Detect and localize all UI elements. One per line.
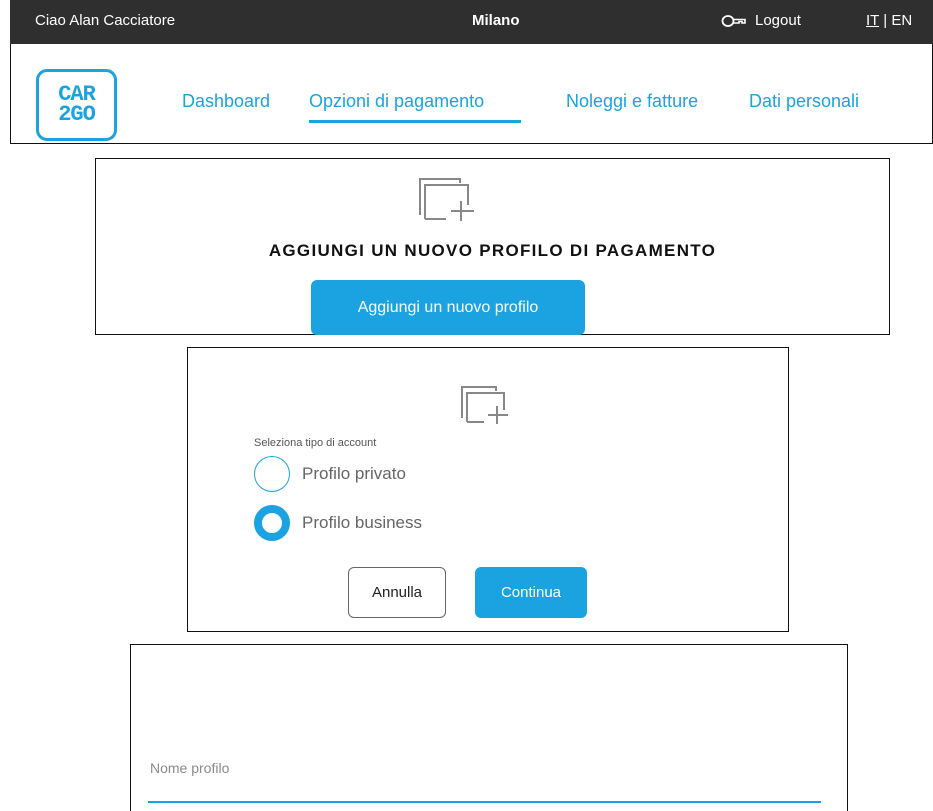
account-type-panel: Seleziona tipo di account Profilo privat… (187, 347, 789, 632)
top-bar: Ciao Alan Cacciatore Milano Logout IT | … (10, 0, 933, 44)
add-profile-panel: AGGIUNGI UN NUOVO PROFILO DI PAGAMENTO A… (95, 158, 890, 335)
radio-profilo-business[interactable]: Profilo business (254, 505, 422, 541)
nav-noleggi-fatture[interactable]: Noleggi e fatture (566, 91, 698, 112)
logout-label: Logout (755, 12, 801, 29)
key-icon (721, 15, 746, 27)
add-cards-icon (419, 178, 474, 221)
nav-dati-personali[interactable]: Dati personali (749, 91, 859, 112)
cancel-button[interactable]: Annulla (348, 567, 446, 618)
language-switcher: IT | EN (866, 13, 912, 29)
logo-line-2: 2GO (58, 102, 96, 127)
profile-form-panel: Nome profilo (130, 644, 848, 811)
city-label: Milano (472, 12, 520, 29)
radio-button-checked[interactable] (254, 505, 290, 541)
radio-button-unchecked[interactable] (254, 456, 290, 492)
lang-separator: | (883, 12, 888, 29)
add-profile-title: AGGIUNGI UN NUOVO PROFILO DI PAGAMENTO (268, 241, 717, 260)
car2go-logo[interactable]: CAR 2GO (36, 69, 117, 141)
add-new-profile-button[interactable]: Aggiungi un nuovo profilo (311, 280, 585, 335)
nav-dashboard[interactable]: Dashboard (182, 91, 270, 112)
account-type-label: Seleziona tipo di account (254, 437, 377, 449)
profile-name-label: Nome profilo (150, 760, 230, 776)
active-nav-indicator (309, 120, 521, 123)
lang-it-link[interactable]: IT (866, 12, 879, 29)
lang-en-link[interactable]: EN (891, 12, 912, 29)
profile-name-input[interactable] (148, 775, 821, 803)
main-header: CAR 2GO Dashboard Opzioni di pagamento N… (10, 44, 933, 144)
greeting-text: Ciao Alan Cacciatore (35, 12, 176, 29)
add-cards-icon (461, 386, 508, 424)
radio-label: Profilo privato (302, 464, 406, 483)
radio-label: Profilo business (302, 513, 423, 532)
radio-profilo-privato[interactable]: Profilo privato (254, 456, 406, 492)
continue-button[interactable]: Continua (475, 567, 587, 618)
nav-opzioni-pagamento[interactable]: Opzioni di pagamento (309, 91, 484, 112)
logout-link[interactable]: Logout (721, 13, 801, 29)
